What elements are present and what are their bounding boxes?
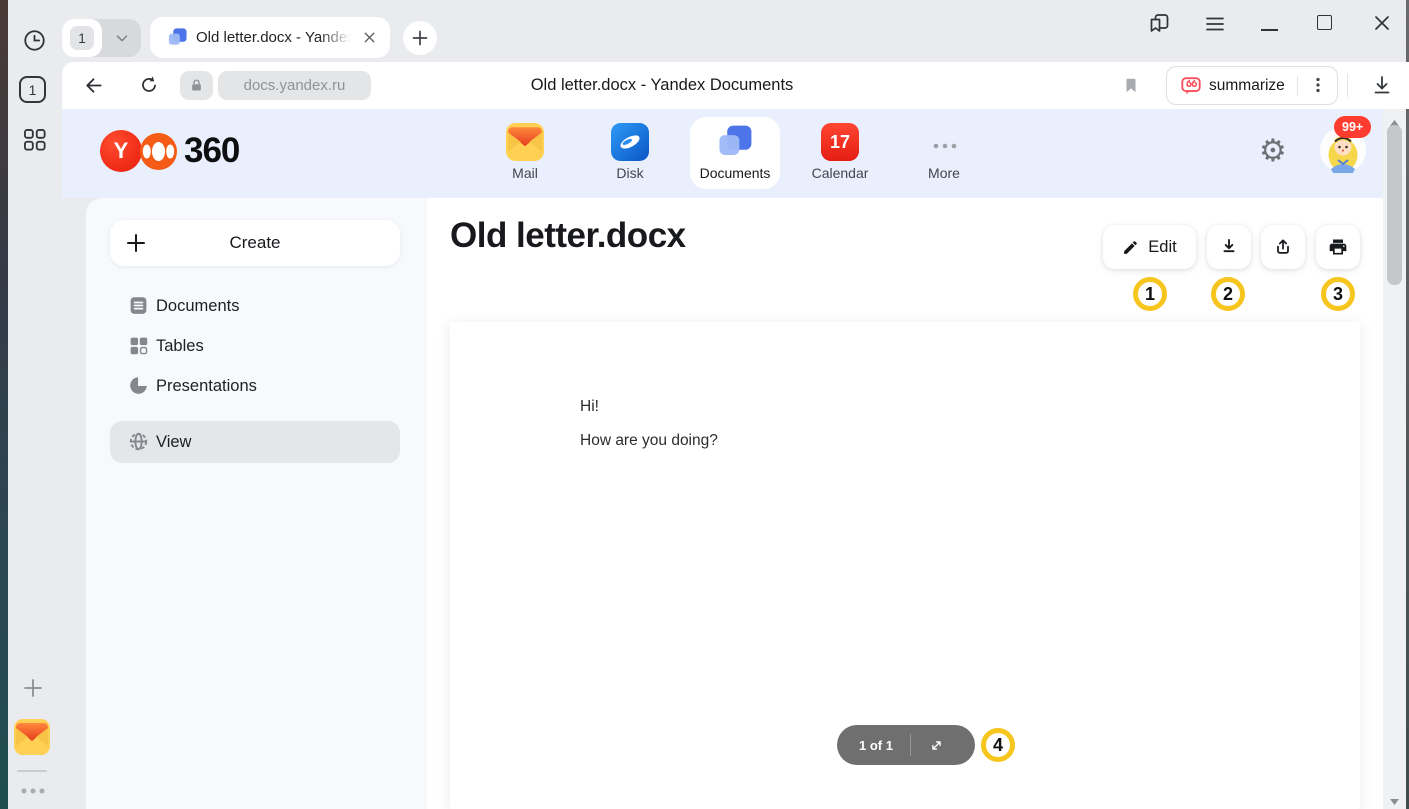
page-indicator-label: 1 of 1	[859, 738, 893, 753]
summarize-label: summarize	[1209, 67, 1285, 104]
app-item-disk[interactable]: Disk	[585, 117, 675, 189]
docs-sidebar: Create Documents Tables Presentations Vi…	[86, 198, 427, 809]
minimize-button[interactable]	[1261, 29, 1278, 31]
share-button[interactable]	[1261, 225, 1305, 269]
tab-close-icon[interactable]	[361, 29, 378, 51]
sidebar-item-label: View	[156, 421, 191, 463]
tab-group-badge: 1	[70, 26, 94, 50]
doc-paragraph: How are you doing?	[580, 432, 718, 450]
pager-divider	[910, 734, 911, 756]
sidebar-item-tables[interactable]: Tables	[110, 326, 400, 366]
browser-tab[interactable]: Old letter.docx - Yandex	[150, 17, 390, 58]
tables-grid-icon	[128, 335, 149, 361]
site-security-badge[interactable]	[180, 71, 213, 100]
back-icon[interactable]	[82, 74, 105, 102]
sidebar-item-view[interactable]: View	[110, 421, 400, 463]
sidebar-item-label: Tables	[156, 326, 204, 366]
document-title: Old letter.docx	[450, 216, 686, 256]
chevron-down-icon[interactable]	[113, 29, 131, 52]
summarize-divider	[1297, 76, 1298, 96]
app-label-mail: Mail	[480, 165, 570, 181]
sidebar-divider	[17, 770, 47, 772]
doc-paragraph: Hi!	[580, 398, 599, 416]
downloads-icon[interactable]	[1370, 73, 1394, 102]
more-dots-icon	[932, 137, 958, 155]
close-button[interactable]	[1372, 13, 1392, 38]
toolbar: docs.yandex.ru Old letter.docx - Yandex …	[62, 62, 1409, 109]
app-item-calendar[interactable]: 17 Calendar	[795, 117, 885, 189]
browser-menu-icon[interactable]	[1204, 13, 1226, 40]
side-panel-icon[interactable]	[1147, 11, 1171, 40]
pie-icon	[128, 375, 149, 401]
gear-icon[interactable]: ⚙	[1259, 135, 1287, 166]
wallpaper-edge-left	[0, 0, 8, 809]
sidebar-item-label: Presentations	[156, 366, 257, 406]
disk-icon	[611, 123, 649, 166]
summarize-button[interactable]: summarize	[1166, 66, 1338, 105]
pencil-icon	[1122, 239, 1139, 256]
calendar-icon: 17	[821, 123, 859, 161]
notification-badge: 99+	[1334, 116, 1371, 138]
yandex-mail-shortcut-icon[interactable]	[14, 719, 50, 760]
app-label-more: More	[899, 165, 989, 181]
sidebar-more-icon[interactable]	[20, 782, 46, 800]
tab-group-active[interactable]: 1	[62, 19, 102, 57]
tab-title: Old letter.docx - Yandex	[196, 17, 354, 58]
edit-button[interactable]: Edit	[1103, 225, 1196, 269]
toolbar-divider	[1347, 74, 1348, 97]
mail-icon	[506, 123, 544, 166]
browser-window: 1 1 Old letter.docx - Yandex	[0, 0, 1409, 809]
address-domain[interactable]: docs.yandex.ru	[218, 71, 371, 100]
globe-icon	[128, 431, 149, 457]
new-tab-button[interactable]	[403, 21, 437, 55]
app-label-calendar: Calendar	[795, 165, 885, 181]
page-indicator[interactable]: 1 of 1	[837, 725, 975, 765]
tab-counter[interactable]: 1	[19, 76, 46, 103]
tableau-grid-icon[interactable]	[21, 126, 48, 158]
document-icon	[128, 295, 149, 321]
fullscreen-expand-icon[interactable]	[928, 737, 945, 754]
history-clock-icon[interactable]	[21, 27, 48, 59]
documents-icon	[716, 123, 754, 166]
maximize-button[interactable]	[1317, 15, 1332, 30]
tab-group-pill[interactable]: 1	[62, 19, 141, 57]
scrollbar-thumb[interactable]	[1387, 125, 1402, 285]
create-label: Create	[110, 220, 400, 266]
scroll-down-icon[interactable]	[1389, 793, 1400, 809]
edit-label: Edit	[1148, 238, 1176, 257]
sidebar-item-presentations[interactable]: Presentations	[110, 366, 400, 406]
app-item-more[interactable]: More	[899, 117, 989, 189]
kebab-menu-icon[interactable]	[1308, 75, 1328, 100]
logo-360-icon[interactable]	[140, 133, 177, 175]
scrollbar[interactable]	[1383, 109, 1406, 809]
print-button[interactable]	[1316, 225, 1360, 269]
annotation-3: 3	[1321, 277, 1355, 311]
yandex-logo-icon[interactable]: Y	[100, 130, 142, 172]
reload-icon[interactable]	[138, 74, 160, 101]
documents-favicon	[167, 27, 188, 53]
app-label-disk: Disk	[585, 165, 675, 181]
logo-360-text: 360	[184, 131, 239, 171]
sidebar-add-icon[interactable]	[20, 675, 46, 706]
download-button[interactable]	[1207, 225, 1251, 269]
annotation-2: 2	[1211, 277, 1245, 311]
app-label-documents: Documents	[690, 165, 780, 181]
bookmark-icon[interactable]	[1122, 76, 1140, 100]
page-title: Old letter.docx - Yandex Documents	[362, 62, 962, 109]
summarize-quotes-icon	[1180, 75, 1202, 102]
annotation-1: 1	[1133, 277, 1167, 311]
sidebar-item-documents[interactable]: Documents	[110, 286, 400, 326]
app-item-documents[interactable]: Documents	[690, 117, 780, 189]
create-button[interactable]: Create	[110, 220, 400, 266]
sidebar-item-label: Documents	[156, 286, 239, 326]
annotation-4: 4	[981, 728, 1015, 762]
app-item-mail[interactable]: Mail	[480, 117, 570, 189]
service-header: Y 360 Mail Disk Documents 17 Calenda	[62, 109, 1383, 198]
